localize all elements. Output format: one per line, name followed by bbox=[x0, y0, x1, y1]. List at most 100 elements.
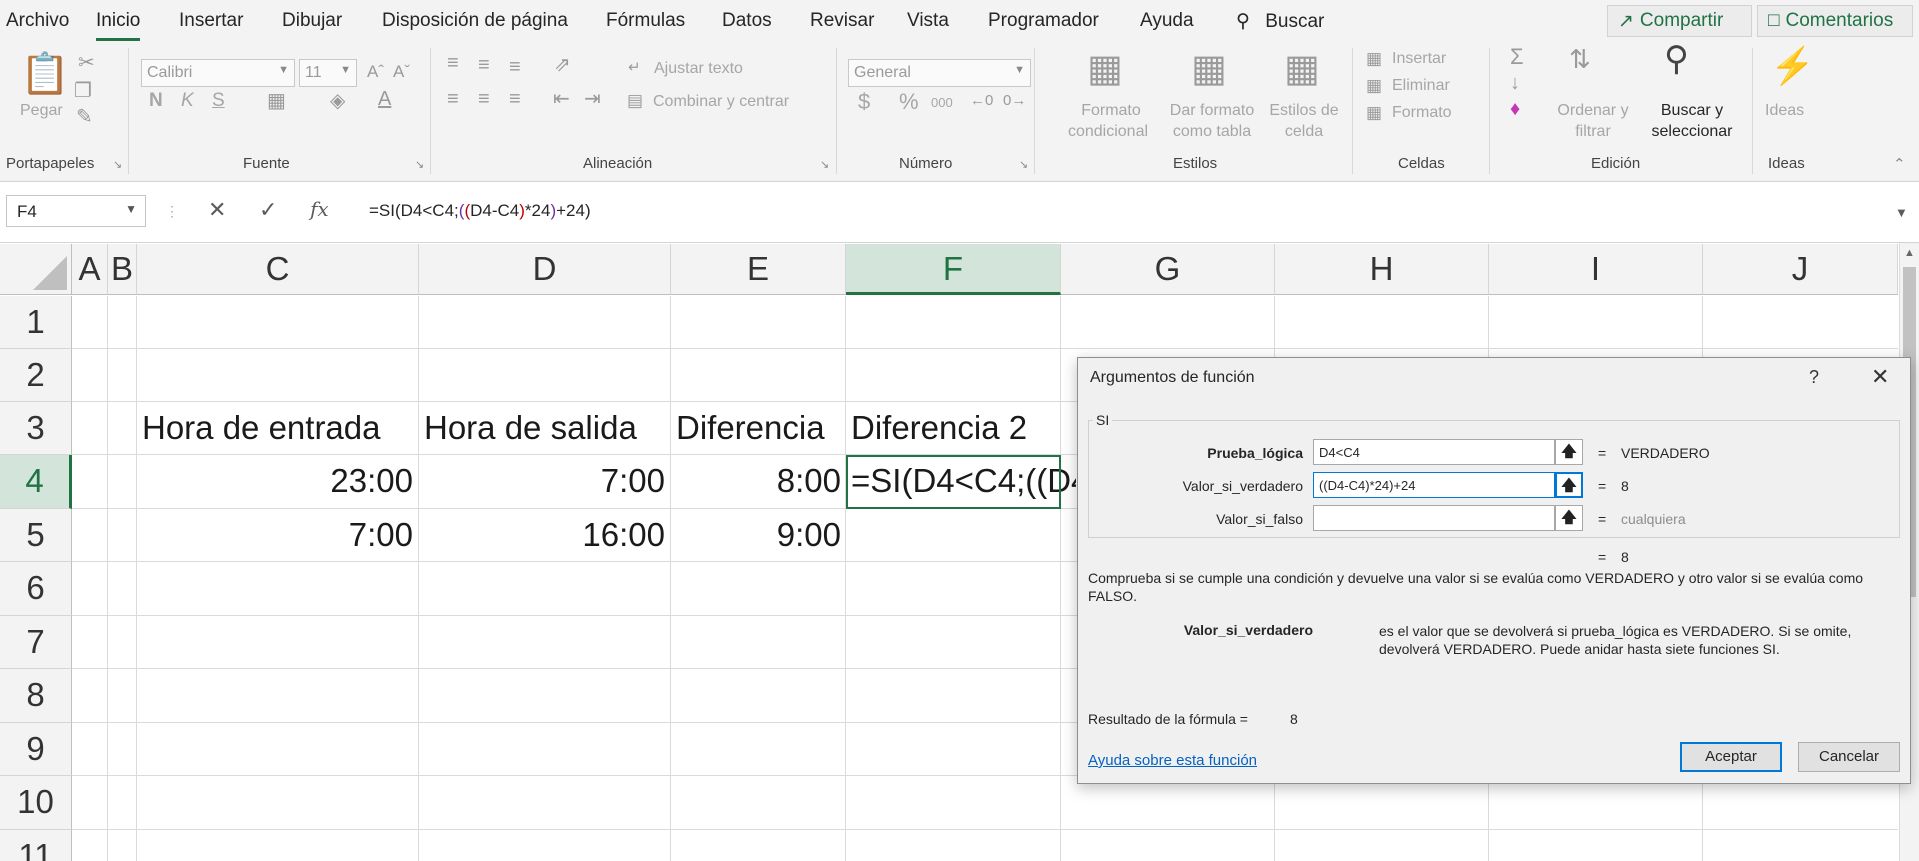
sort-filter-label-2[interactable]: filtrar bbox=[1552, 123, 1634, 141]
decrease-font-icon[interactable]: Aˇ bbox=[393, 61, 410, 83]
decrease-indent-icon[interactable]: ⇤ bbox=[553, 88, 570, 110]
row-header-1[interactable]: 1 bbox=[0, 296, 72, 349]
tab-inicio[interactable]: Inicio bbox=[96, 10, 141, 41]
align-center-icon[interactable]: ≡ bbox=[478, 88, 490, 110]
font-launcher-icon[interactable]: ↘ bbox=[415, 158, 424, 171]
align-bottom-icon[interactable]: ≡ bbox=[509, 56, 521, 78]
row-header-8[interactable]: 8 bbox=[0, 669, 72, 723]
alignment-launcher-icon[interactable]: ↘ bbox=[820, 158, 829, 171]
column-header-g[interactable]: G bbox=[1061, 244, 1275, 295]
currency-button[interactable]: $ bbox=[858, 90, 870, 114]
format-as-table-label-1[interactable]: Dar formato bbox=[1164, 102, 1260, 120]
align-top-icon[interactable]: ≡ bbox=[447, 52, 459, 74]
collapse-ribbon-icon[interactable]: ⌃ bbox=[1893, 155, 1906, 173]
find-select-icon[interactable]: ⚲ bbox=[1664, 42, 1689, 76]
fill-icon[interactable]: ↓ bbox=[1510, 72, 1520, 94]
cell-d5[interactable]: 16:00 bbox=[419, 509, 665, 561]
tab-insertar[interactable]: Insertar bbox=[179, 10, 243, 32]
tab-dibujar[interactable]: Dibujar bbox=[282, 10, 342, 32]
search-box[interactable]: ⚲ Buscar bbox=[1236, 10, 1324, 33]
increase-font-icon[interactable]: Aˆ bbox=[367, 61, 384, 83]
tab-disposicion-pagina[interactable]: Disposición de página bbox=[382, 10, 568, 32]
row-header-9[interactable]: 9 bbox=[0, 723, 72, 776]
format-as-table-label-2[interactable]: como tabla bbox=[1164, 123, 1260, 141]
increase-decimal-icon[interactable]: ←0 bbox=[970, 90, 993, 112]
cancel-entry-icon[interactable]: ✕ bbox=[208, 197, 226, 223]
cell-styles-label-2[interactable]: celda bbox=[1264, 123, 1344, 141]
merge-center-button[interactable]: Combinar y centrar bbox=[653, 93, 789, 111]
paste-label[interactable]: Pegar bbox=[20, 102, 63, 120]
row-header-2[interactable]: 2 bbox=[0, 349, 72, 402]
confirm-entry-icon[interactable]: ✓ bbox=[259, 197, 277, 223]
conditional-format-label-1[interactable]: Formato bbox=[1076, 102, 1146, 120]
format-cells-button[interactable]: Formato bbox=[1392, 104, 1452, 122]
expand-formula-bar-icon[interactable]: ▼ bbox=[1895, 205, 1908, 220]
sort-filter-label-1[interactable]: Ordenar y bbox=[1552, 102, 1634, 120]
tab-vista[interactable]: Vista bbox=[907, 10, 949, 32]
cell-c5[interactable]: 7:00 bbox=[137, 509, 413, 561]
tab-ayuda[interactable]: Ayuda bbox=[1140, 10, 1194, 32]
font-color-icon[interactable]: A bbox=[378, 88, 391, 110]
help-link[interactable]: Ayuda sobre esta función bbox=[1088, 752, 1257, 769]
format-as-table-icon[interactable]: ▦ bbox=[1191, 50, 1227, 88]
clipboard-launcher-icon[interactable]: ↘ bbox=[113, 158, 122, 171]
thousands-button[interactable]: 000 bbox=[931, 94, 953, 112]
cell-e4[interactable]: 8:00 bbox=[671, 455, 841, 507]
formula-input[interactable]: =SI(D4<C4;((D4-C4)*24)+24) bbox=[353, 195, 1913, 227]
help-icon[interactable]: ? bbox=[1809, 367, 1819, 388]
wrap-text-button[interactable]: Ajustar texto bbox=[654, 60, 743, 78]
sort-filter-icon[interactable]: ⇅ bbox=[1569, 46, 1591, 72]
name-box[interactable]: F4 ▼ bbox=[6, 195, 146, 227]
arg-input-valor-si-falso[interactable] bbox=[1313, 505, 1555, 531]
copy-icon[interactable]: ❐ bbox=[74, 80, 92, 102]
column-header-c[interactable]: C bbox=[137, 244, 419, 295]
row-header-10[interactable]: 10 bbox=[0, 776, 72, 830]
conditional-format-icon[interactable]: ▦ bbox=[1087, 50, 1123, 88]
share-button[interactable]: ↗ Compartir bbox=[1607, 5, 1752, 37]
cell-d4[interactable]: 7:00 bbox=[419, 455, 665, 507]
ideas-icon[interactable]: ⚡ bbox=[1770, 46, 1815, 86]
row-header-3[interactable]: 3 bbox=[0, 402, 72, 455]
ideas-button-label[interactable]: Ideas bbox=[1765, 102, 1804, 120]
collapse-dialog-button[interactable]: 🡅 bbox=[1555, 439, 1583, 465]
cell-f3[interactable]: Diferencia 2 bbox=[851, 402, 1060, 454]
column-header-h[interactable]: H bbox=[1275, 244, 1489, 295]
tab-programador[interactable]: Programador bbox=[988, 10, 1099, 32]
increase-indent-icon[interactable]: ⇥ bbox=[584, 88, 601, 110]
tab-archivo[interactable]: Archivo bbox=[6, 10, 69, 32]
font-size-combo[interactable]: 11 ▼ bbox=[299, 59, 357, 87]
row-header-11[interactable]: 11 bbox=[0, 830, 72, 861]
cell-styles-icon[interactable]: ▦ bbox=[1284, 50, 1320, 88]
number-launcher-icon[interactable]: ↘ bbox=[1019, 158, 1028, 171]
cell-d3[interactable]: Hora de salida bbox=[424, 402, 670, 454]
column-header-d[interactable]: D bbox=[419, 244, 671, 295]
column-header-e[interactable]: E bbox=[671, 244, 846, 295]
delete-cells-button[interactable]: Eliminar bbox=[1392, 77, 1450, 95]
format-painter-icon[interactable]: ✎ bbox=[76, 106, 93, 128]
comments-button[interactable]: □ Comentarios bbox=[1757, 5, 1913, 37]
paste-icon[interactable]: 📋 bbox=[20, 54, 70, 94]
row-header-6[interactable]: 6 bbox=[0, 562, 72, 616]
close-icon[interactable]: ✕ bbox=[1871, 364, 1889, 390]
borders-icon[interactable]: ▦ bbox=[267, 90, 286, 112]
row-header-5[interactable]: 5 bbox=[0, 509, 72, 562]
insert-function-icon[interactable]: fx bbox=[310, 197, 329, 221]
arg-input-prueba-logica[interactable]: D4<C4 bbox=[1313, 439, 1555, 465]
column-header-f[interactable]: F bbox=[846, 244, 1061, 295]
decrease-decimal-icon[interactable]: 0→ bbox=[1003, 90, 1026, 112]
insert-cells-button[interactable]: Insertar bbox=[1392, 50, 1446, 68]
clear-icon[interactable]: ♦ bbox=[1510, 98, 1520, 120]
autosum-icon[interactable]: Σ bbox=[1510, 46, 1524, 68]
collapse-dialog-button[interactable]: 🡅 bbox=[1555, 472, 1583, 498]
underline-button[interactable]: S bbox=[212, 91, 225, 110]
column-header-j[interactable]: J bbox=[1703, 244, 1898, 295]
align-right-icon[interactable]: ≡ bbox=[509, 88, 521, 110]
cell-styles-label-1[interactable]: Estilos de bbox=[1264, 102, 1344, 120]
cell-c4[interactable]: 23:00 bbox=[137, 455, 413, 507]
arg-input-valor-si-verdadero[interactable]: ((D4-C4)*24)+24 bbox=[1313, 472, 1555, 498]
cancel-button[interactable]: Cancelar bbox=[1798, 742, 1900, 772]
find-select-label-2[interactable]: seleccionar bbox=[1638, 123, 1746, 141]
font-name-combo[interactable]: Calibri ▼ bbox=[141, 59, 295, 87]
fill-color-icon[interactable]: ◈ bbox=[330, 90, 345, 112]
find-select-label-1[interactable]: Buscar y bbox=[1644, 102, 1740, 120]
